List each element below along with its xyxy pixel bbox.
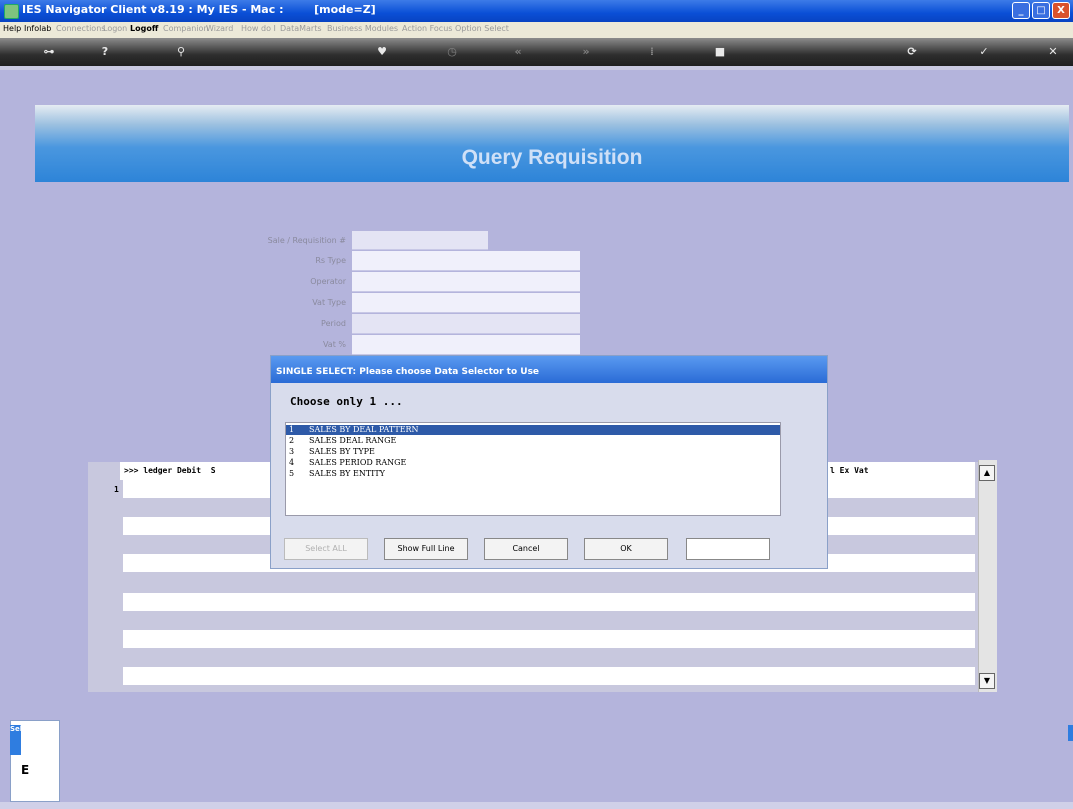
clock-icon[interactable]: ◷ bbox=[443, 43, 461, 61]
sale-field[interactable] bbox=[352, 231, 488, 250]
option-number: 3 bbox=[289, 447, 295, 456]
menu-logon[interactable]: Logon bbox=[103, 24, 127, 33]
grid-row-number: 1 bbox=[114, 485, 119, 494]
menu-logoff[interactable]: Logoff bbox=[130, 24, 158, 33]
rs-type-label: Rs Type bbox=[315, 256, 346, 265]
list-item[interactable]: 2 SALES DEAL RANGE bbox=[286, 436, 780, 446]
quick-select-input[interactable] bbox=[686, 538, 770, 560]
menu-option-select[interactable]: Option Select bbox=[455, 24, 509, 33]
option-number: 1 bbox=[289, 425, 295, 434]
maximize-button[interactable]: □ bbox=[1032, 2, 1050, 19]
refresh-icon[interactable]: ⟳ bbox=[903, 43, 921, 61]
stop-icon[interactable]: ■ bbox=[711, 43, 729, 61]
menu-companion[interactable]: Companion bbox=[163, 24, 209, 33]
option-number: 2 bbox=[289, 436, 295, 445]
page-title: Query Requisition bbox=[461, 146, 643, 169]
side-panel-text: E bbox=[21, 763, 30, 777]
select-all-button[interactable]: Select ALL bbox=[284, 538, 368, 560]
rs-type-field[interactable] bbox=[352, 251, 580, 271]
menu-bar bbox=[0, 22, 1073, 38]
option-label: SALES BY TYPE bbox=[309, 447, 375, 456]
option-label: SALES DEAL RANGE bbox=[309, 436, 397, 445]
dialog-title: SINGLE SELECT: Please choose Data Select… bbox=[276, 367, 540, 377]
close-button[interactable]: X bbox=[1052, 2, 1070, 19]
scroll-up-button[interactable]: ▲ bbox=[979, 465, 995, 481]
operator-label: Operator bbox=[310, 277, 346, 286]
grid-col-ledger-debit: >>> ledger Debit S bbox=[124, 466, 216, 475]
cancel-button[interactable]: Cancel bbox=[484, 538, 568, 560]
period-label: Period bbox=[321, 319, 346, 328]
window-title: IES Navigator Client v8.19 : My IES - Ma… bbox=[22, 3, 376, 16]
cancel-icon[interactable]: ✕ bbox=[1044, 43, 1062, 61]
option-label: SALES PERIOD RANGE bbox=[309, 458, 407, 467]
footer bbox=[0, 802, 1073, 809]
list-item[interactable]: 4 SALES PERIOD RANGE bbox=[286, 458, 780, 468]
list-item[interactable]: 3 SALES BY TYPE bbox=[286, 447, 780, 457]
menu-wizard[interactable]: Wizard bbox=[206, 24, 233, 33]
menu-datamarts[interactable]: DataMarts bbox=[280, 24, 322, 33]
dialog-subtitle: Choose only 1 ... bbox=[290, 395, 403, 408]
table-row[interactable] bbox=[123, 593, 975, 611]
option-label: SALES BY ENTITY bbox=[309, 469, 385, 478]
vat-type-field[interactable] bbox=[352, 293, 580, 313]
scroll-down-button[interactable]: ▼ bbox=[979, 673, 995, 689]
table-row[interactable] bbox=[123, 667, 975, 685]
sale-label: Sale / Requisition # bbox=[267, 236, 346, 245]
ok-button[interactable]: OK bbox=[584, 538, 668, 560]
side-tab[interactable]: Sel bbox=[10, 725, 21, 755]
rewind-icon[interactable]: « bbox=[509, 43, 527, 61]
vat-pct-field[interactable] bbox=[352, 335, 580, 355]
side-marker bbox=[1068, 725, 1073, 741]
app-icon bbox=[4, 4, 19, 19]
operator-field[interactable] bbox=[352, 272, 580, 292]
vat-type-label: Vat Type bbox=[312, 298, 346, 307]
check-icon[interactable]: ✓ bbox=[975, 43, 993, 61]
menu-how-do-i[interactable]: How do I bbox=[241, 24, 276, 33]
option-number: 4 bbox=[289, 458, 295, 467]
search-icon[interactable]: ⚲ bbox=[172, 43, 190, 61]
header-banner bbox=[35, 105, 1069, 182]
option-number: 5 bbox=[289, 469, 295, 478]
forward-icon[interactable]: » bbox=[577, 43, 595, 61]
grid-col-ex-vat: l Ex Vat bbox=[830, 466, 869, 475]
minimize-button[interactable]: _ bbox=[1012, 2, 1030, 19]
menu-help[interactable]: Help bbox=[3, 24, 21, 33]
table-row[interactable] bbox=[123, 630, 975, 648]
menu-infolab[interactable]: Infolab bbox=[24, 24, 51, 33]
grid-scrollbar[interactable] bbox=[978, 460, 997, 692]
menu-connections[interactable]: Connections bbox=[56, 24, 105, 33]
period-field[interactable] bbox=[352, 314, 580, 334]
option-label: SALES BY DEAL PATTERN bbox=[309, 425, 419, 434]
toolbar-shadow bbox=[0, 66, 1073, 70]
list-item[interactable]: 5 SALES BY ENTITY bbox=[286, 469, 780, 479]
vat-pct-label: Vat % bbox=[322, 340, 346, 349]
key-icon[interactable]: ⊶ bbox=[40, 43, 58, 61]
bars-icon[interactable]: ⁞ bbox=[643, 43, 661, 61]
list-item[interactable]: 1 SALES BY DEAL PATTERN bbox=[286, 425, 780, 435]
menu-action-focus[interactable]: Action Focus bbox=[402, 24, 452, 33]
help-icon[interactable]: ? bbox=[96, 43, 114, 61]
show-full-line-button[interactable]: Show Full Line bbox=[384, 538, 468, 560]
menu-business-modules[interactable]: Business Modules bbox=[327, 24, 398, 33]
heart-icon[interactable]: ♥ bbox=[373, 43, 391, 61]
